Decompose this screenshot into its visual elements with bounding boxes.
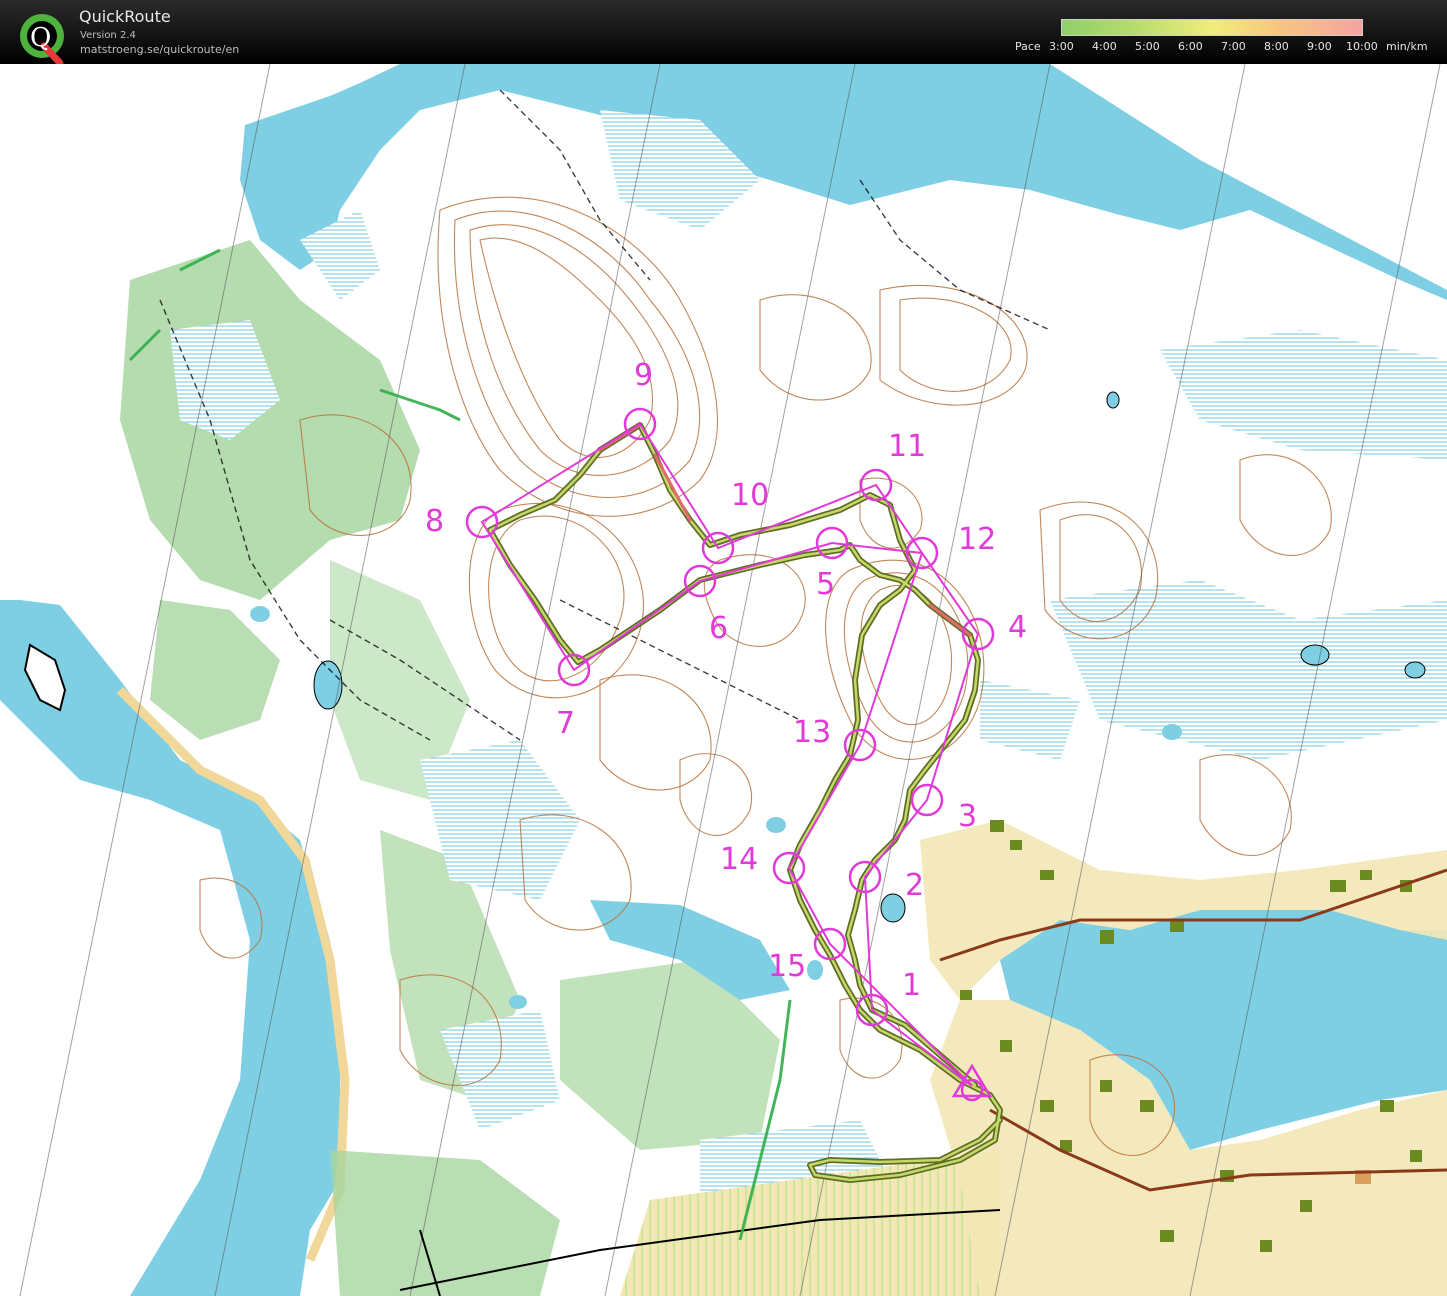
pace-tick: 7:00	[1221, 40, 1246, 53]
pace-unit: min/km	[1386, 40, 1428, 53]
map-view[interactable]: 1 2 3 4 5 6 7 8 9 10 11 12 13 14 15	[0, 64, 1447, 1296]
pace-color-scale	[1061, 19, 1363, 36]
control-number-10: 10	[731, 478, 769, 513]
pace-tick: 5:00	[1135, 40, 1160, 53]
control-number-1: 1	[902, 968, 921, 1003]
control-number-7: 7	[556, 706, 575, 741]
svg-text:Q: Q	[30, 23, 51, 53]
app-url: matstroeng.se/quickroute/en	[80, 43, 240, 56]
control-number-4: 4	[1008, 610, 1027, 645]
pace-tick: 8:00	[1264, 40, 1289, 53]
app-name: QuickRoute	[79, 7, 171, 26]
quickroute-logo-icon: Q	[20, 14, 64, 66]
control-number-6: 6	[709, 611, 728, 646]
control-number-5: 5	[816, 567, 835, 602]
control-number-8: 8	[425, 504, 444, 539]
pace-tick: 9:00	[1307, 40, 1332, 53]
control-number-2: 2	[905, 868, 924, 903]
control-number-14: 14	[720, 842, 758, 877]
pace-tick: 10:00	[1346, 40, 1378, 53]
control-number-12: 12	[958, 522, 996, 557]
pace-tick: 6:00	[1178, 40, 1203, 53]
app-header: Q QuickRoute Version 2.4 matstroeng.se/q…	[0, 0, 1447, 66]
pace-label: Pace	[1015, 40, 1041, 53]
orienteering-map[interactable]: 123456789101112131415	[0, 64, 1447, 1296]
pace-tick: 4:00	[1092, 40, 1117, 53]
control-number-11: 11	[888, 429, 926, 464]
control-number-13: 13	[793, 715, 831, 750]
control-number-15: 15	[768, 949, 806, 984]
pace-tick: 3:00	[1049, 40, 1074, 53]
control-number-9: 9	[634, 358, 653, 393]
app-version: Version 2.4	[80, 30, 136, 41]
control-number-3: 3	[958, 799, 977, 834]
